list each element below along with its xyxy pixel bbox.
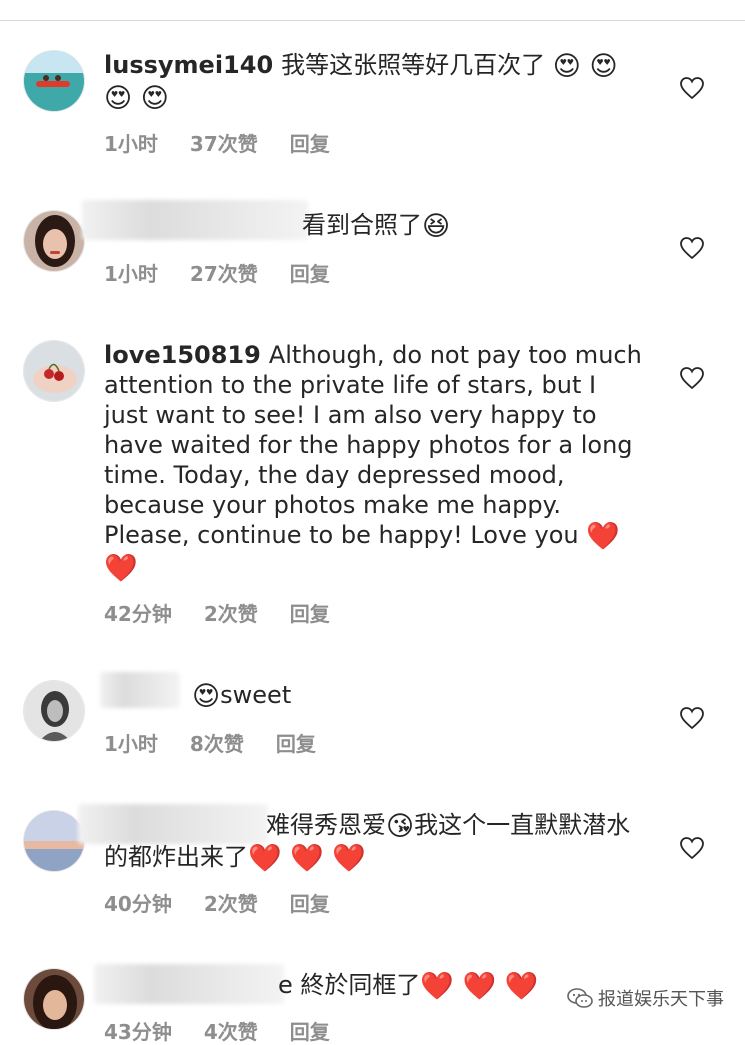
beach-boat-avatar — [24, 51, 84, 111]
comment-time: 1小时 — [104, 132, 158, 156]
comment-username[interactable]: love150819 — [104, 341, 261, 369]
comment-emoji: 😘 — [386, 811, 415, 842]
comment-likes[interactable]: 2次赞 — [204, 602, 258, 626]
comment-likes[interactable]: 4次赞 — [204, 1020, 258, 1044]
comment-text: 我等这张照等好几百次了 — [281, 51, 546, 79]
grayscale-woman-avatar — [24, 681, 84, 741]
comment-time: 43分钟 — [104, 1020, 172, 1044]
comment-emoji: ❤️ ❤️ ❤️ — [420, 971, 539, 1002]
comment-text: 看到合照了 — [302, 211, 422, 239]
avatar[interactable] — [23, 50, 85, 112]
comment-username[interactable]: lussymei140 — [104, 51, 273, 79]
watermark-text: 报道娱乐天下事 — [598, 989, 724, 1010]
comment-body: 难得秀恩爱😘我这个一直默默潜水的都炸出来了❤️ ❤️ ❤️ — [104, 810, 644, 874]
wechat-icon — [567, 988, 593, 1008]
comment-meta: 1小时 27次赞 回复 — [104, 258, 362, 287]
avatar[interactable] — [23, 810, 85, 872]
comment-body: 看到合照了😆 — [302, 210, 662, 242]
comment-likes[interactable]: 27次赞 — [190, 262, 258, 286]
woman-portrait-avatar — [24, 211, 84, 271]
avatar[interactable] — [23, 340, 85, 402]
reply-button[interactable]: 回复 — [290, 262, 330, 286]
woman-dark-hair-avatar — [24, 969, 84, 1029]
comment-meta: 1小时 37次赞 回复 — [104, 128, 362, 157]
avatar[interactable] — [23, 968, 85, 1030]
comment-likes[interactable]: 37次赞 — [190, 132, 258, 156]
reply-button[interactable]: 回复 — [290, 892, 330, 916]
comment-text: 难得秀恩爱 — [266, 811, 386, 839]
comment-time: 1小时 — [104, 262, 158, 286]
comment-text: sweet — [220, 681, 292, 709]
comment-meta: 1小时 8次赞 回复 — [104, 728, 348, 757]
blurred-username — [82, 200, 308, 240]
watermark: 报道娱乐天下事 — [566, 985, 724, 1011]
comment-emoji: ❤️ — [586, 521, 620, 552]
avatar[interactable] — [23, 210, 85, 272]
comment-body: lussymei140 我等这张照等好几百次了 😍 😍 😍 😍 — [104, 50, 644, 114]
reply-button[interactable]: 回复 — [290, 132, 330, 156]
comment-emoji: 😍 😍 — [104, 83, 169, 114]
like-heart-icon[interactable] — [679, 366, 705, 390]
comment-emoji: ❤️ — [104, 553, 138, 584]
comment-body: 😍sweet — [192, 680, 592, 712]
comment-text: e 終於同框了 — [278, 971, 421, 999]
avatar[interactable] — [23, 680, 85, 742]
comment-body: love150819 Although, do not pay too much … — [104, 340, 644, 584]
comment-likes[interactable]: 2次赞 — [204, 892, 258, 916]
comment-meta: 43分钟 4次赞 回复 — [104, 1016, 362, 1045]
blurred-username — [100, 672, 180, 708]
hands-cherries-avatar — [24, 341, 84, 401]
comment-time: 40分钟 — [104, 892, 172, 916]
reply-button[interactable]: 回复 — [290, 602, 330, 626]
comment-emoji: 😍 — [192, 681, 221, 712]
blurred-username — [94, 964, 284, 1004]
comment-likes[interactable]: 8次赞 — [190, 732, 244, 756]
reply-button[interactable]: 回复 — [290, 1020, 330, 1044]
comment-meta: 40分钟 2次赞 回复 — [104, 888, 362, 917]
comment-text: Although, do not pay too much attention … — [104, 341, 642, 549]
like-heart-icon[interactable] — [679, 836, 705, 860]
comment-emoji: 😍 😍 — [552, 51, 618, 82]
sunset-sea-avatar — [24, 811, 84, 871]
top-divider — [0, 20, 745, 21]
like-heart-icon[interactable] — [679, 236, 705, 260]
comment-emoji: 😆 — [422, 211, 451, 242]
comment-emoji: ❤️ ❤️ ❤️ — [248, 843, 367, 874]
reply-button[interactable]: 回复 — [276, 732, 316, 756]
like-heart-icon[interactable] — [679, 76, 705, 100]
comment-meta: 42分钟 2次赞 回复 — [104, 598, 362, 627]
comment-time: 42分钟 — [104, 602, 172, 626]
comment-time: 1小时 — [104, 732, 158, 756]
like-heart-icon[interactable] — [679, 706, 705, 730]
